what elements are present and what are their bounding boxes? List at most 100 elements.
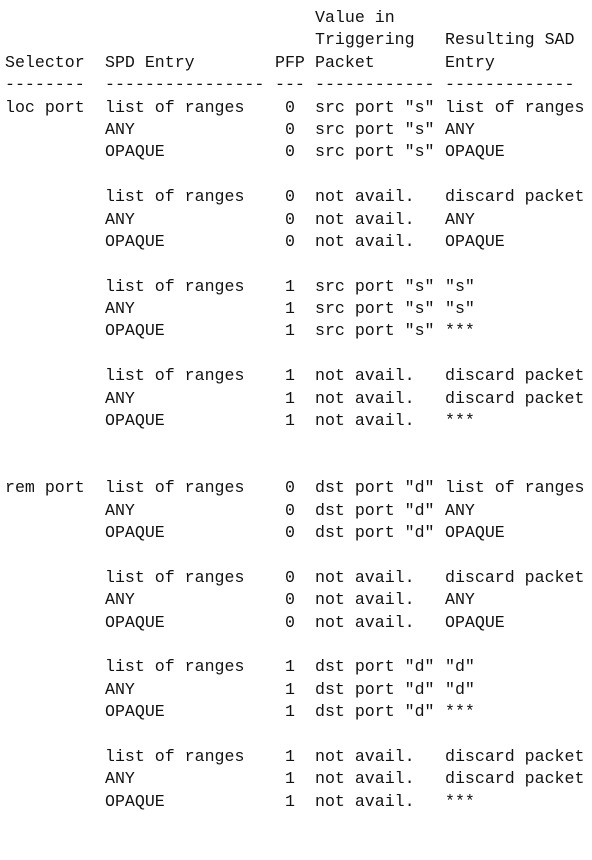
spd-entry: ANY bbox=[105, 590, 135, 610]
header-resulting-sad-entry: ------------- bbox=[445, 75, 575, 95]
header-pfp: PFP bbox=[275, 52, 305, 72]
sad-entry: *** bbox=[445, 791, 475, 811]
spd-entry: list of ranges bbox=[105, 478, 245, 498]
pfp-value: 1 bbox=[285, 411, 295, 431]
spd-entry: OPAQUE bbox=[105, 702, 165, 722]
packet-value: not avail. bbox=[315, 366, 415, 386]
sad-entry: ANY bbox=[445, 209, 475, 229]
sad-entry: ANY bbox=[445, 119, 475, 139]
packet-value: dst port ″d″ bbox=[315, 478, 435, 498]
packet-value: not avail. bbox=[315, 791, 415, 811]
spd-entry: list of ranges bbox=[105, 657, 245, 677]
spd-entry: ANY bbox=[105, 769, 135, 789]
header-selector: Selector bbox=[5, 52, 85, 72]
sad-entry: OPAQUE bbox=[445, 612, 505, 632]
sad-entry: discard packet bbox=[445, 746, 585, 766]
selector-name: rem port bbox=[5, 478, 85, 498]
pfp-value: 0 bbox=[285, 187, 295, 207]
pfp-value: 1 bbox=[285, 702, 295, 722]
pfp-value: 1 bbox=[285, 679, 295, 699]
packet-value: not avail. bbox=[315, 590, 415, 610]
sad-entry: *** bbox=[445, 321, 475, 341]
packet-value: not avail. bbox=[315, 746, 415, 766]
sad-entry: ″s″ bbox=[445, 276, 475, 296]
pfp-value: 1 bbox=[285, 791, 295, 811]
spd-entry: OPAQUE bbox=[105, 142, 165, 162]
pfp-value: 0 bbox=[285, 97, 295, 117]
spd-entry: ANY bbox=[105, 209, 135, 229]
spd-entry: list of ranges bbox=[105, 567, 245, 587]
sad-entry: ″d″ bbox=[445, 679, 475, 699]
spd-entry: OPAQUE bbox=[105, 231, 165, 251]
pfp-value: 1 bbox=[285, 299, 295, 319]
packet-value: not avail. bbox=[315, 769, 415, 789]
spd-entry: ANY bbox=[105, 500, 135, 520]
pfp-value: 1 bbox=[285, 366, 295, 386]
packet-value: not avail. bbox=[315, 567, 415, 587]
sad-entry: discard packet bbox=[445, 388, 585, 408]
packet-value: dst port ″d″ bbox=[315, 657, 435, 677]
pfp-value: 0 bbox=[285, 500, 295, 520]
spd-entry: OPAQUE bbox=[105, 321, 165, 341]
packet-value: not avail. bbox=[315, 209, 415, 229]
sad-entry: ″d″ bbox=[445, 657, 475, 677]
spd-entry: ANY bbox=[105, 388, 135, 408]
pfp-value: 1 bbox=[285, 657, 295, 677]
sad-entry: discard packet bbox=[445, 567, 585, 587]
header-value-in-packet: ------------ bbox=[315, 75, 435, 95]
pfp-value: 0 bbox=[285, 231, 295, 251]
packet-value: dst port ″d″ bbox=[315, 500, 435, 520]
header-resulting-sad-entry: Resulting SAD bbox=[445, 30, 575, 50]
packet-value: dst port ″d″ bbox=[315, 702, 435, 722]
sad-entry: discard packet bbox=[445, 187, 585, 207]
header-value-in-packet: Packet bbox=[315, 52, 375, 72]
packet-value: src port ″s″ bbox=[315, 97, 435, 117]
header-selector: -------- bbox=[5, 75, 85, 95]
spd-entry: ANY bbox=[105, 299, 135, 319]
pfp-value: 0 bbox=[285, 522, 295, 542]
packet-value: dst port ″d″ bbox=[315, 522, 435, 542]
pfp-value: 0 bbox=[285, 119, 295, 139]
header-resulting-sad-entry: Entry bbox=[445, 52, 495, 72]
sad-entry: list of ranges bbox=[445, 97, 585, 117]
pfp-value: 1 bbox=[285, 388, 295, 408]
packet-value: src port ″s″ bbox=[315, 321, 435, 341]
sad-entry: list of ranges bbox=[445, 478, 585, 498]
packet-value: src port ″s″ bbox=[315, 119, 435, 139]
spd-entry: OPAQUE bbox=[105, 612, 165, 632]
packet-value: src port ″s″ bbox=[315, 142, 435, 162]
header-value-in-packet: Value in bbox=[315, 8, 395, 27]
spd-entry: ANY bbox=[105, 679, 135, 699]
sad-entry: *** bbox=[445, 411, 475, 431]
pfp-value: 0 bbox=[285, 478, 295, 498]
packet-value: not avail. bbox=[315, 612, 415, 632]
header-pfp: --- bbox=[275, 75, 305, 95]
sad-entry: OPAQUE bbox=[445, 142, 505, 162]
spd-entry: list of ranges bbox=[105, 366, 245, 386]
packet-value: dst port ″d″ bbox=[315, 679, 435, 699]
sad-entry: OPAQUE bbox=[445, 522, 505, 542]
spd-entry: list of ranges bbox=[105, 276, 245, 296]
pfp-value: 0 bbox=[285, 612, 295, 632]
pfp-value: 1 bbox=[285, 321, 295, 341]
selector-name: loc port bbox=[5, 97, 85, 117]
packet-value: src port ″s″ bbox=[315, 299, 435, 319]
pfp-value: 1 bbox=[285, 746, 295, 766]
sad-entry: ANY bbox=[445, 500, 475, 520]
sad-entry: ANY bbox=[445, 590, 475, 610]
sad-entry: discard packet bbox=[445, 769, 585, 789]
sad-entry: *** bbox=[445, 702, 475, 722]
spd-entry: OPAQUE bbox=[105, 791, 165, 811]
spd-entry: list of ranges bbox=[105, 187, 245, 207]
pfp-value: 0 bbox=[285, 209, 295, 229]
sad-entry: OPAQUE bbox=[445, 231, 505, 251]
sad-entry: ″s″ bbox=[445, 299, 475, 319]
sad-entry: discard packet bbox=[445, 366, 585, 386]
packet-value: not avail. bbox=[315, 187, 415, 207]
spd-entry: OPAQUE bbox=[105, 522, 165, 542]
spd-entry: ANY bbox=[105, 119, 135, 139]
header-spd-entry: SPD Entry bbox=[105, 52, 195, 72]
pfp-value: 1 bbox=[285, 769, 295, 789]
pfp-value: 0 bbox=[285, 590, 295, 610]
packet-value: src port ″s″ bbox=[315, 276, 435, 296]
